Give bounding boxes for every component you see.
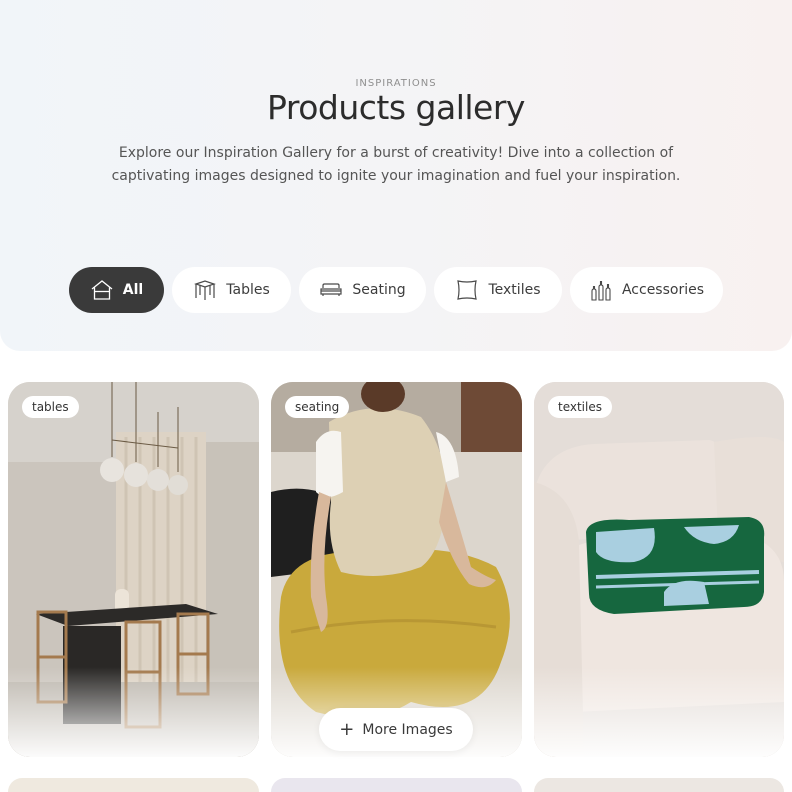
filter-label: All [122,282,144,298]
house-icon [91,280,113,300]
hero-section: INSPIRATIONS Products gallery Explore ou… [0,0,792,351]
sofa-icon [320,283,342,296]
gallery-card-peek [271,778,522,792]
category-filter-bar: All Tables Seating Textiles Accessories [0,267,792,313]
page-title: Products gallery [267,88,525,127]
card-tag: textiles [548,396,612,418]
table-icon [194,280,217,300]
more-images-button[interactable]: + More Images [319,708,473,751]
filter-chip-tables[interactable]: Tables [172,267,291,313]
filter-chip-accessories[interactable]: Accessories [570,267,723,313]
page-subtitle: Explore our Inspiration Gallery for a bu… [96,142,696,188]
filter-label: Accessories [621,282,705,298]
pillow-icon [457,280,478,300]
gallery-card-tables[interactable]: tables [8,382,259,757]
filter-label: Tables [226,282,270,298]
gallery-card-peek [8,778,259,792]
filter-label: Seating [352,282,406,298]
filter-chip-seating[interactable]: Seating [299,267,426,313]
filter-label: Textiles [488,282,541,298]
more-images-label: More Images [362,721,453,738]
card-fade-overlay [8,667,259,757]
card-tag: seating [285,396,350,418]
bottles-icon [591,281,611,301]
gallery-card-peek [534,778,784,792]
card-fade-overlay [534,667,784,757]
filter-chip-textiles[interactable]: Textiles [434,267,562,313]
plus-icon: + [339,718,355,740]
gallery-card-textiles[interactable]: textiles [534,382,784,757]
filter-chip-all[interactable]: All [69,267,164,313]
card-tag: tables [22,396,79,418]
gallery-card-seating[interactable]: seating [271,382,522,757]
subtitle-line-2: captivating images designed to ignite yo… [111,168,681,184]
subtitle-line-1: Explore our Inspiration Gallery for a bu… [118,145,674,161]
